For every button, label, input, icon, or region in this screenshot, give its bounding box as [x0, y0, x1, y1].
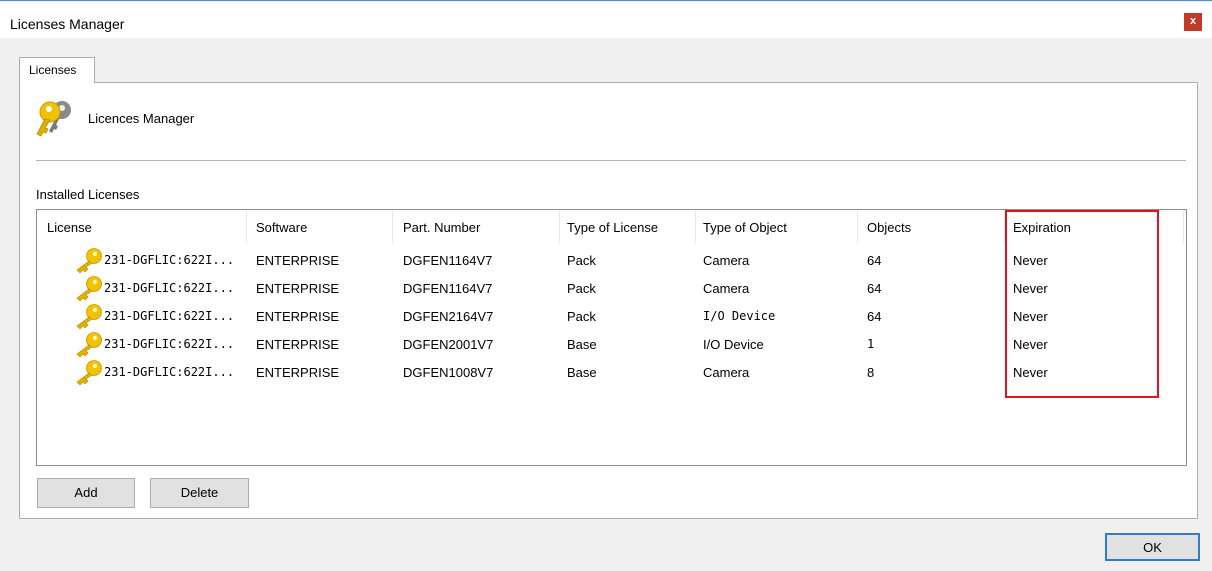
ok-button[interactable]: OK [1105, 533, 1200, 561]
close-button[interactable]: x [1184, 13, 1202, 31]
table-row[interactable]: 231-DGFLIC:622I... ENTERPRISE DGFEN1164V… [37, 247, 1186, 275]
cell-type-of-license: Base [567, 365, 597, 380]
cell-license: 231-DGFLIC:622I... [104, 337, 235, 351]
installed-licenses-list[interactable]: License Software Part. Number Type of Li… [36, 209, 1187, 466]
tab-licenses[interactable]: Licenses [19, 57, 95, 83]
cell-license: 231-DGFLIC:622I... [104, 309, 235, 323]
cell-license: 231-DGFLIC:622I... [104, 365, 235, 379]
window-title: Licenses Manager [10, 16, 125, 32]
key-icon [76, 276, 102, 301]
add-button[interactable]: Add [37, 478, 135, 508]
cell-software: ENTERPRISE [256, 281, 340, 296]
table-row[interactable]: 231-DGFLIC:622I... ENTERPRISE DGFEN2164V… [37, 303, 1186, 331]
key-icon [76, 360, 102, 385]
cell-expiration: Never [1013, 253, 1048, 268]
cell-objects: 64 [867, 309, 882, 324]
cell-type-of-object: Camera [703, 365, 750, 380]
column-header-type-of-object[interactable]: Type of Object [703, 220, 787, 240]
cell-type-of-license: Pack [567, 253, 596, 268]
cell-objects: 1 [867, 337, 875, 351]
tab-licenses-label: Licenses [29, 63, 77, 77]
cell-type-of-license: Pack [567, 309, 596, 324]
key-icon [76, 248, 102, 273]
column-divider[interactable] [246, 211, 247, 243]
table-row[interactable]: 231-DGFLIC:622I... ENTERPRISE DGFEN1008V… [37, 359, 1186, 387]
licenses-manager-window: Licenses Manager x Licenses Licences Man… [0, 0, 1212, 571]
column-header-license[interactable]: License [47, 220, 92, 240]
header-label: Licences Manager [88, 111, 195, 126]
cell-part-number: DGFEN1164V7 [403, 253, 493, 268]
cell-type-of-object: I/O Device [703, 309, 776, 323]
column-header-software[interactable]: Software [256, 220, 307, 240]
cell-license: 231-DGFLIC:622I... [104, 253, 235, 267]
cell-type-of-object: Camera [703, 253, 750, 268]
cell-expiration: Never [1013, 365, 1048, 380]
cell-type-of-license: Pack [567, 281, 596, 296]
table-row[interactable]: 231-DGFLIC:622I... ENTERPRISE DGFEN1164V… [37, 275, 1186, 303]
column-header-objects[interactable]: Objects [867, 220, 911, 240]
cell-objects: 64 [867, 253, 882, 268]
cell-part-number: DGFEN1164V7 [403, 281, 493, 296]
column-divider[interactable] [1004, 211, 1005, 243]
key-icon [76, 332, 102, 357]
cell-expiration: Never [1013, 337, 1048, 352]
cell-license: 231-DGFLIC:622I... [104, 281, 235, 295]
table-row[interactable]: 231-DGFLIC:622I... ENTERPRISE DGFEN2001V… [37, 331, 1186, 359]
delete-button[interactable]: Delete [150, 478, 249, 508]
cell-part-number: DGFEN2164V7 [403, 309, 494, 324]
cell-type-of-object: Camera [703, 281, 750, 296]
cell-expiration: Never [1013, 281, 1048, 296]
column-divider[interactable] [857, 211, 858, 243]
key-icon [76, 304, 102, 329]
cell-type-of-license: Base [567, 337, 597, 352]
column-header-type-of-license[interactable]: Type of License [567, 220, 658, 240]
column-header-part-number[interactable]: Part. Number [403, 220, 480, 240]
cell-expiration: Never [1013, 309, 1048, 324]
cell-software: ENTERPRISE [256, 337, 340, 352]
installed-licenses-label: Installed Licenses [36, 187, 140, 202]
title-bar: Licenses Manager x [0, 2, 1212, 38]
cell-software: ENTERPRISE [256, 365, 340, 380]
cell-part-number: DGFEN2001V7 [403, 337, 494, 352]
column-divider[interactable] [392, 211, 393, 243]
cell-part-number: DGFEN1008V7 [403, 365, 494, 380]
separator [36, 160, 1186, 161]
column-header-expiration[interactable]: Expiration [1013, 220, 1071, 240]
column-divider[interactable] [1183, 211, 1184, 243]
cell-type-of-object: I/O Device [703, 337, 764, 352]
column-divider[interactable] [695, 211, 696, 243]
keys-icon [36, 101, 71, 137]
cell-objects: 8 [867, 365, 875, 380]
cell-software: ENTERPRISE [256, 309, 340, 324]
cell-software: ENTERPRISE [256, 253, 340, 268]
column-divider[interactable] [559, 211, 560, 243]
cell-objects: 64 [867, 281, 882, 296]
